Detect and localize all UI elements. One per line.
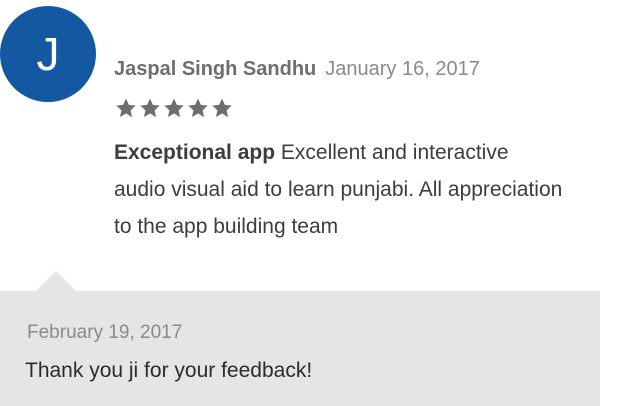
star-icon bbox=[162, 96, 186, 120]
star-rating bbox=[114, 96, 614, 122]
avatar-initial: J bbox=[36, 28, 60, 80]
review-date: January 16, 2017 bbox=[325, 58, 480, 80]
star-icon bbox=[210, 96, 234, 120]
avatar: J bbox=[0, 6, 96, 102]
developer-reply bbox=[0, 291, 600, 406]
star-icon bbox=[138, 96, 162, 120]
review-header: Jaspal Singh Sandhu January 16, 2017 bbox=[114, 58, 614, 88]
star-icon bbox=[114, 96, 138, 120]
review-author: Jaspal Singh Sandhu bbox=[114, 58, 317, 80]
reply-date: February 19, 2017 bbox=[27, 322, 183, 343]
review: Jaspal Singh Sandhu January 16, 2017 Exc… bbox=[114, 58, 614, 245]
reply-caret bbox=[36, 271, 76, 291]
star-icon bbox=[186, 96, 210, 120]
review-title: Exceptional app bbox=[114, 141, 276, 164]
reply-text: Thank you ji for your feedback! bbox=[25, 359, 313, 382]
review-body: Exceptional app Excellent and interactiv… bbox=[114, 134, 564, 245]
